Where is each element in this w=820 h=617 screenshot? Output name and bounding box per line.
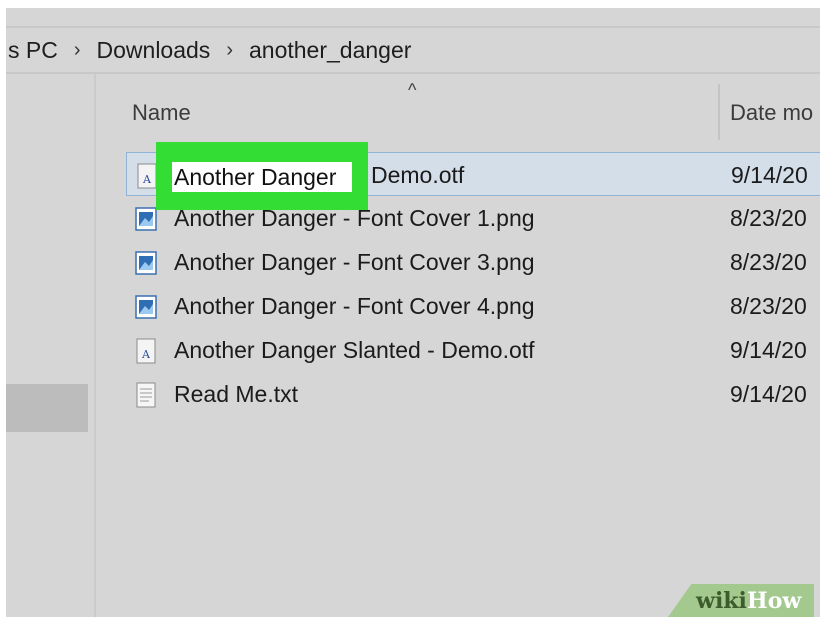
watermark-wiki: wiki <box>696 588 747 614</box>
file-name: Another Danger - Font Cover 4.png <box>174 293 535 319</box>
file-name: Another Danger - Font Cover 3.png <box>174 249 535 275</box>
column-resize-handle[interactable] <box>718 84 720 140</box>
column-header-date-modified[interactable]: Date mo <box>730 100 813 126</box>
top-edge <box>6 0 820 8</box>
image-file-icon <box>135 207 157 231</box>
breadcrumb-downloads[interactable]: Downloads <box>95 37 213 64</box>
image-file-icon <box>135 251 157 275</box>
file-row[interactable]: Another Danger - Font Cover 3.png 8/23/2… <box>126 240 820 284</box>
watermark-text: wikiHow <box>696 588 801 614</box>
watermark-how: How <box>746 588 802 614</box>
file-date: 9/14/20 <box>730 337 807 363</box>
chevron-right-icon[interactable]: › <box>212 39 247 62</box>
column-header-bar: ^ Name Date mo <box>96 74 820 142</box>
font-file-icon: A <box>136 338 156 364</box>
chevron-right-icon[interactable]: › <box>60 39 95 62</box>
pane-divider[interactable] <box>94 74 96 617</box>
file-name: Read Me.txt <box>174 381 298 407</box>
file-date: 9/14/20 <box>730 381 807 407</box>
breadcrumb-another-danger[interactable]: another_danger <box>247 37 413 64</box>
column-header-name[interactable]: Name <box>132 100 191 126</box>
rename-input[interactable]: Another Danger <box>172 162 352 192</box>
image-file-icon <box>135 295 157 319</box>
breadcrumb: s PC › Downloads › another_danger <box>6 28 820 72</box>
file-date: 8/23/20 <box>730 205 807 231</box>
file-name: Another Danger Slanted - Demo.otf <box>174 337 535 363</box>
file-date: 9/14/20 <box>731 162 808 188</box>
text-file-icon <box>136 382 156 408</box>
sort-ascending-icon: ^ <box>408 80 417 100</box>
file-row[interactable]: A Another Danger Slanted - Demo.otf 9/14… <box>126 328 820 372</box>
navigation-pane[interactable] <box>6 74 94 617</box>
file-row[interactable]: Another Danger - Font Cover 4.png 8/23/2… <box>126 284 820 328</box>
nav-selected-item[interactable] <box>6 384 88 432</box>
wikihow-watermark: wikiHow <box>668 584 814 617</box>
svg-text:A: A <box>142 173 152 186</box>
file-date: 8/23/20 <box>730 293 807 319</box>
breadcrumb-this-pc[interactable]: s PC <box>6 37 60 64</box>
file-name: Demo.otf <box>371 162 465 188</box>
file-date: 8/23/20 <box>730 249 807 275</box>
file-row[interactable]: Read Me.txt 9/14/20 <box>126 372 820 416</box>
svg-text:A: A <box>141 348 151 361</box>
